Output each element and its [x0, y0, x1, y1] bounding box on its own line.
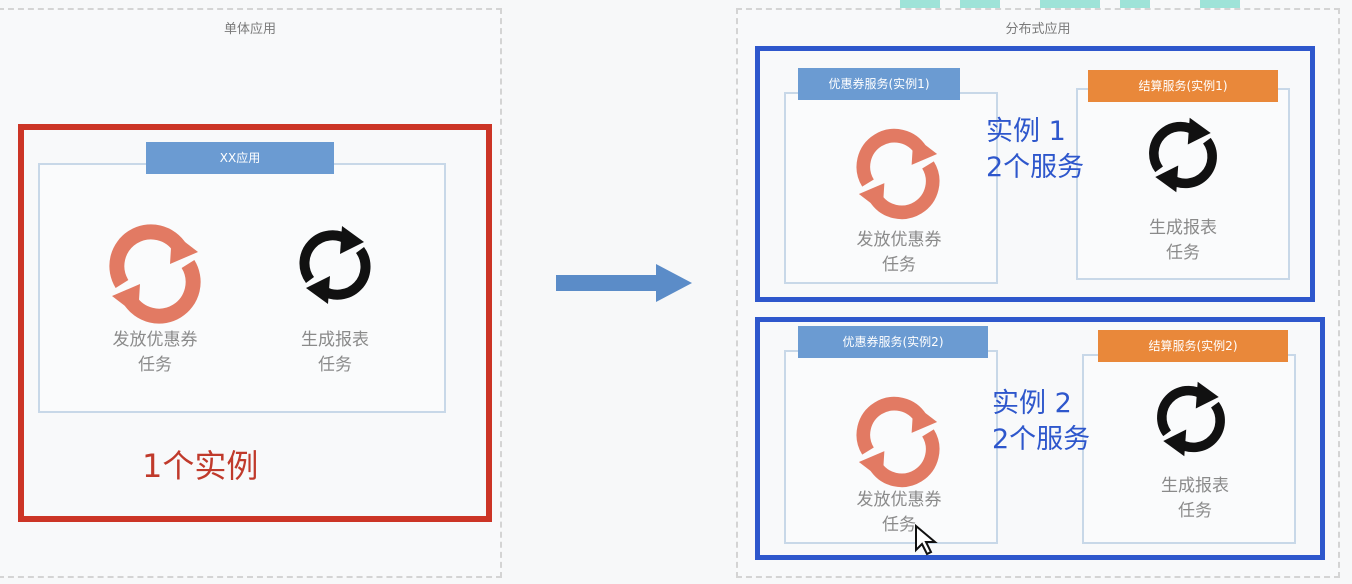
note-line: 2个服务 [986, 152, 1085, 183]
single-instance-note: 1个实例 [142, 447, 259, 485]
right-arrow-icon [556, 264, 692, 302]
instance1-note: 实例 1 2个服务 [986, 114, 1084, 186]
note-line: 实例 2 [992, 388, 1072, 419]
mouse-pointer-icon [915, 524, 938, 556]
instance2-note: 实例 2 2个服务 [992, 386, 1090, 458]
panel-title: 分布式应用 [1005, 22, 1071, 37]
note-line: 实例 1 [986, 116, 1066, 147]
panel-title: 单体应用 [223, 22, 276, 37]
note-line: 2个服务 [992, 424, 1091, 455]
